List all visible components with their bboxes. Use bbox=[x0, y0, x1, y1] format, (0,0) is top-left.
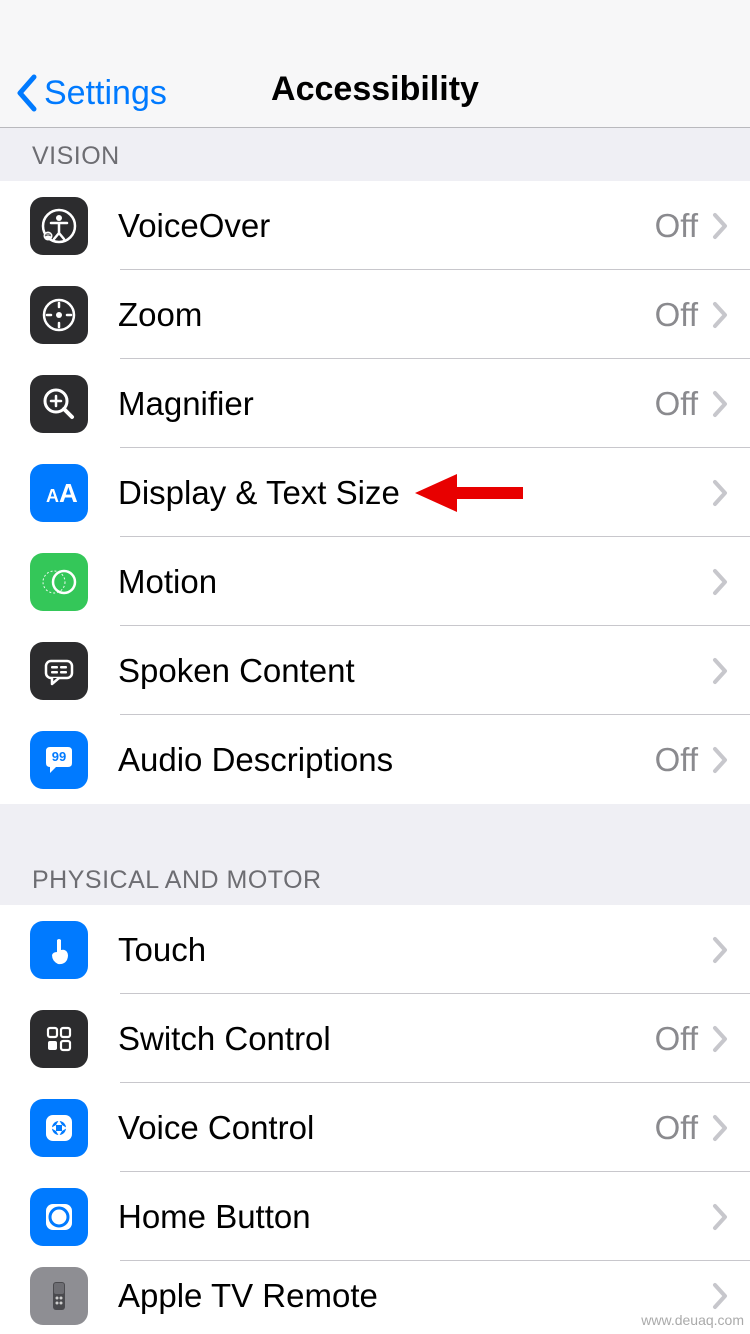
row-label: Audio Descriptions bbox=[118, 741, 655, 779]
switch-grid-icon bbox=[30, 1010, 88, 1068]
row-switch-control[interactable]: Switch Control Off bbox=[0, 994, 750, 1083]
row-value: Off bbox=[655, 296, 698, 334]
svg-text:A: A bbox=[59, 478, 78, 508]
chevron-right-icon bbox=[712, 936, 728, 964]
svg-text:99: 99 bbox=[52, 749, 66, 764]
row-spoken-content[interactable]: Spoken Content bbox=[0, 626, 750, 715]
row-voiceover[interactable]: VoiceOver Off bbox=[0, 181, 750, 270]
row-motion[interactable]: Motion bbox=[0, 537, 750, 626]
row-label: Magnifier bbox=[118, 385, 655, 423]
chevron-right-icon bbox=[712, 479, 728, 507]
speech-caption-icon bbox=[30, 642, 88, 700]
chevron-right-icon bbox=[712, 390, 728, 418]
chevron-right-icon bbox=[712, 1282, 728, 1310]
row-label: Touch bbox=[118, 931, 698, 969]
watermark: www.deuaq.com bbox=[641, 1312, 744, 1328]
tv-remote-icon bbox=[30, 1267, 88, 1325]
magnifier-icon bbox=[30, 375, 88, 433]
row-touch[interactable]: Touch bbox=[0, 905, 750, 994]
voice-control-icon bbox=[30, 1099, 88, 1157]
row-zoom[interactable]: Zoom Off bbox=[0, 270, 750, 359]
accessibility-icon bbox=[30, 197, 88, 255]
row-home-button[interactable]: Home Button bbox=[0, 1172, 750, 1261]
home-button-icon bbox=[30, 1188, 88, 1246]
back-label: Settings bbox=[44, 74, 167, 113]
chevron-right-icon bbox=[712, 1203, 728, 1231]
chevron-right-icon bbox=[712, 657, 728, 685]
row-magnifier[interactable]: Magnifier Off bbox=[0, 359, 750, 448]
chevron-right-icon bbox=[712, 212, 728, 240]
back-button[interactable]: Settings bbox=[14, 73, 167, 113]
row-label: Switch Control bbox=[118, 1020, 655, 1058]
row-value: Off bbox=[655, 385, 698, 423]
chevron-right-icon bbox=[712, 746, 728, 774]
svg-text:A: A bbox=[46, 486, 59, 506]
row-value: Off bbox=[655, 1109, 698, 1147]
row-audio-descriptions[interactable]: 99 Audio Descriptions Off bbox=[0, 715, 750, 804]
chevron-right-icon bbox=[712, 568, 728, 596]
chevron-right-icon bbox=[712, 1025, 728, 1053]
audio-bubble-icon: 99 bbox=[30, 731, 88, 789]
nav-bar: Settings Accessibility bbox=[0, 0, 750, 128]
row-label: Zoom bbox=[118, 296, 655, 334]
section-header-physical-motor: PHYSICAL AND MOTOR bbox=[0, 804, 750, 905]
touch-icon bbox=[30, 921, 88, 979]
row-label: Voice Control bbox=[118, 1109, 655, 1147]
row-label: Home Button bbox=[118, 1198, 698, 1236]
row-label: Spoken Content bbox=[118, 652, 698, 690]
row-label: Display & Text Size bbox=[118, 474, 698, 512]
row-display-text-size[interactable]: AA Display & Text Size bbox=[0, 448, 750, 537]
section-header-vision: VISION bbox=[0, 128, 750, 181]
list-physical-motor: Touch Switch Control Off Voice Control O… bbox=[0, 905, 750, 1331]
row-label: Motion bbox=[118, 563, 698, 601]
row-label: VoiceOver bbox=[118, 207, 655, 245]
row-value: Off bbox=[655, 741, 698, 779]
chevron-right-icon bbox=[712, 301, 728, 329]
motion-icon bbox=[30, 553, 88, 611]
row-label: Apple TV Remote bbox=[118, 1277, 698, 1315]
chevron-right-icon bbox=[712, 1114, 728, 1142]
text-size-icon: AA bbox=[30, 464, 88, 522]
row-voice-control[interactable]: Voice Control Off bbox=[0, 1083, 750, 1172]
list-vision: VoiceOver Off Zoom Off Magnifier Off AA … bbox=[0, 181, 750, 804]
row-value: Off bbox=[655, 207, 698, 245]
row-value: Off bbox=[655, 1020, 698, 1058]
zoom-target-icon bbox=[30, 286, 88, 344]
chevron-left-icon bbox=[14, 73, 38, 113]
row-apple-tv-remote[interactable]: Apple TV Remote bbox=[0, 1261, 750, 1331]
